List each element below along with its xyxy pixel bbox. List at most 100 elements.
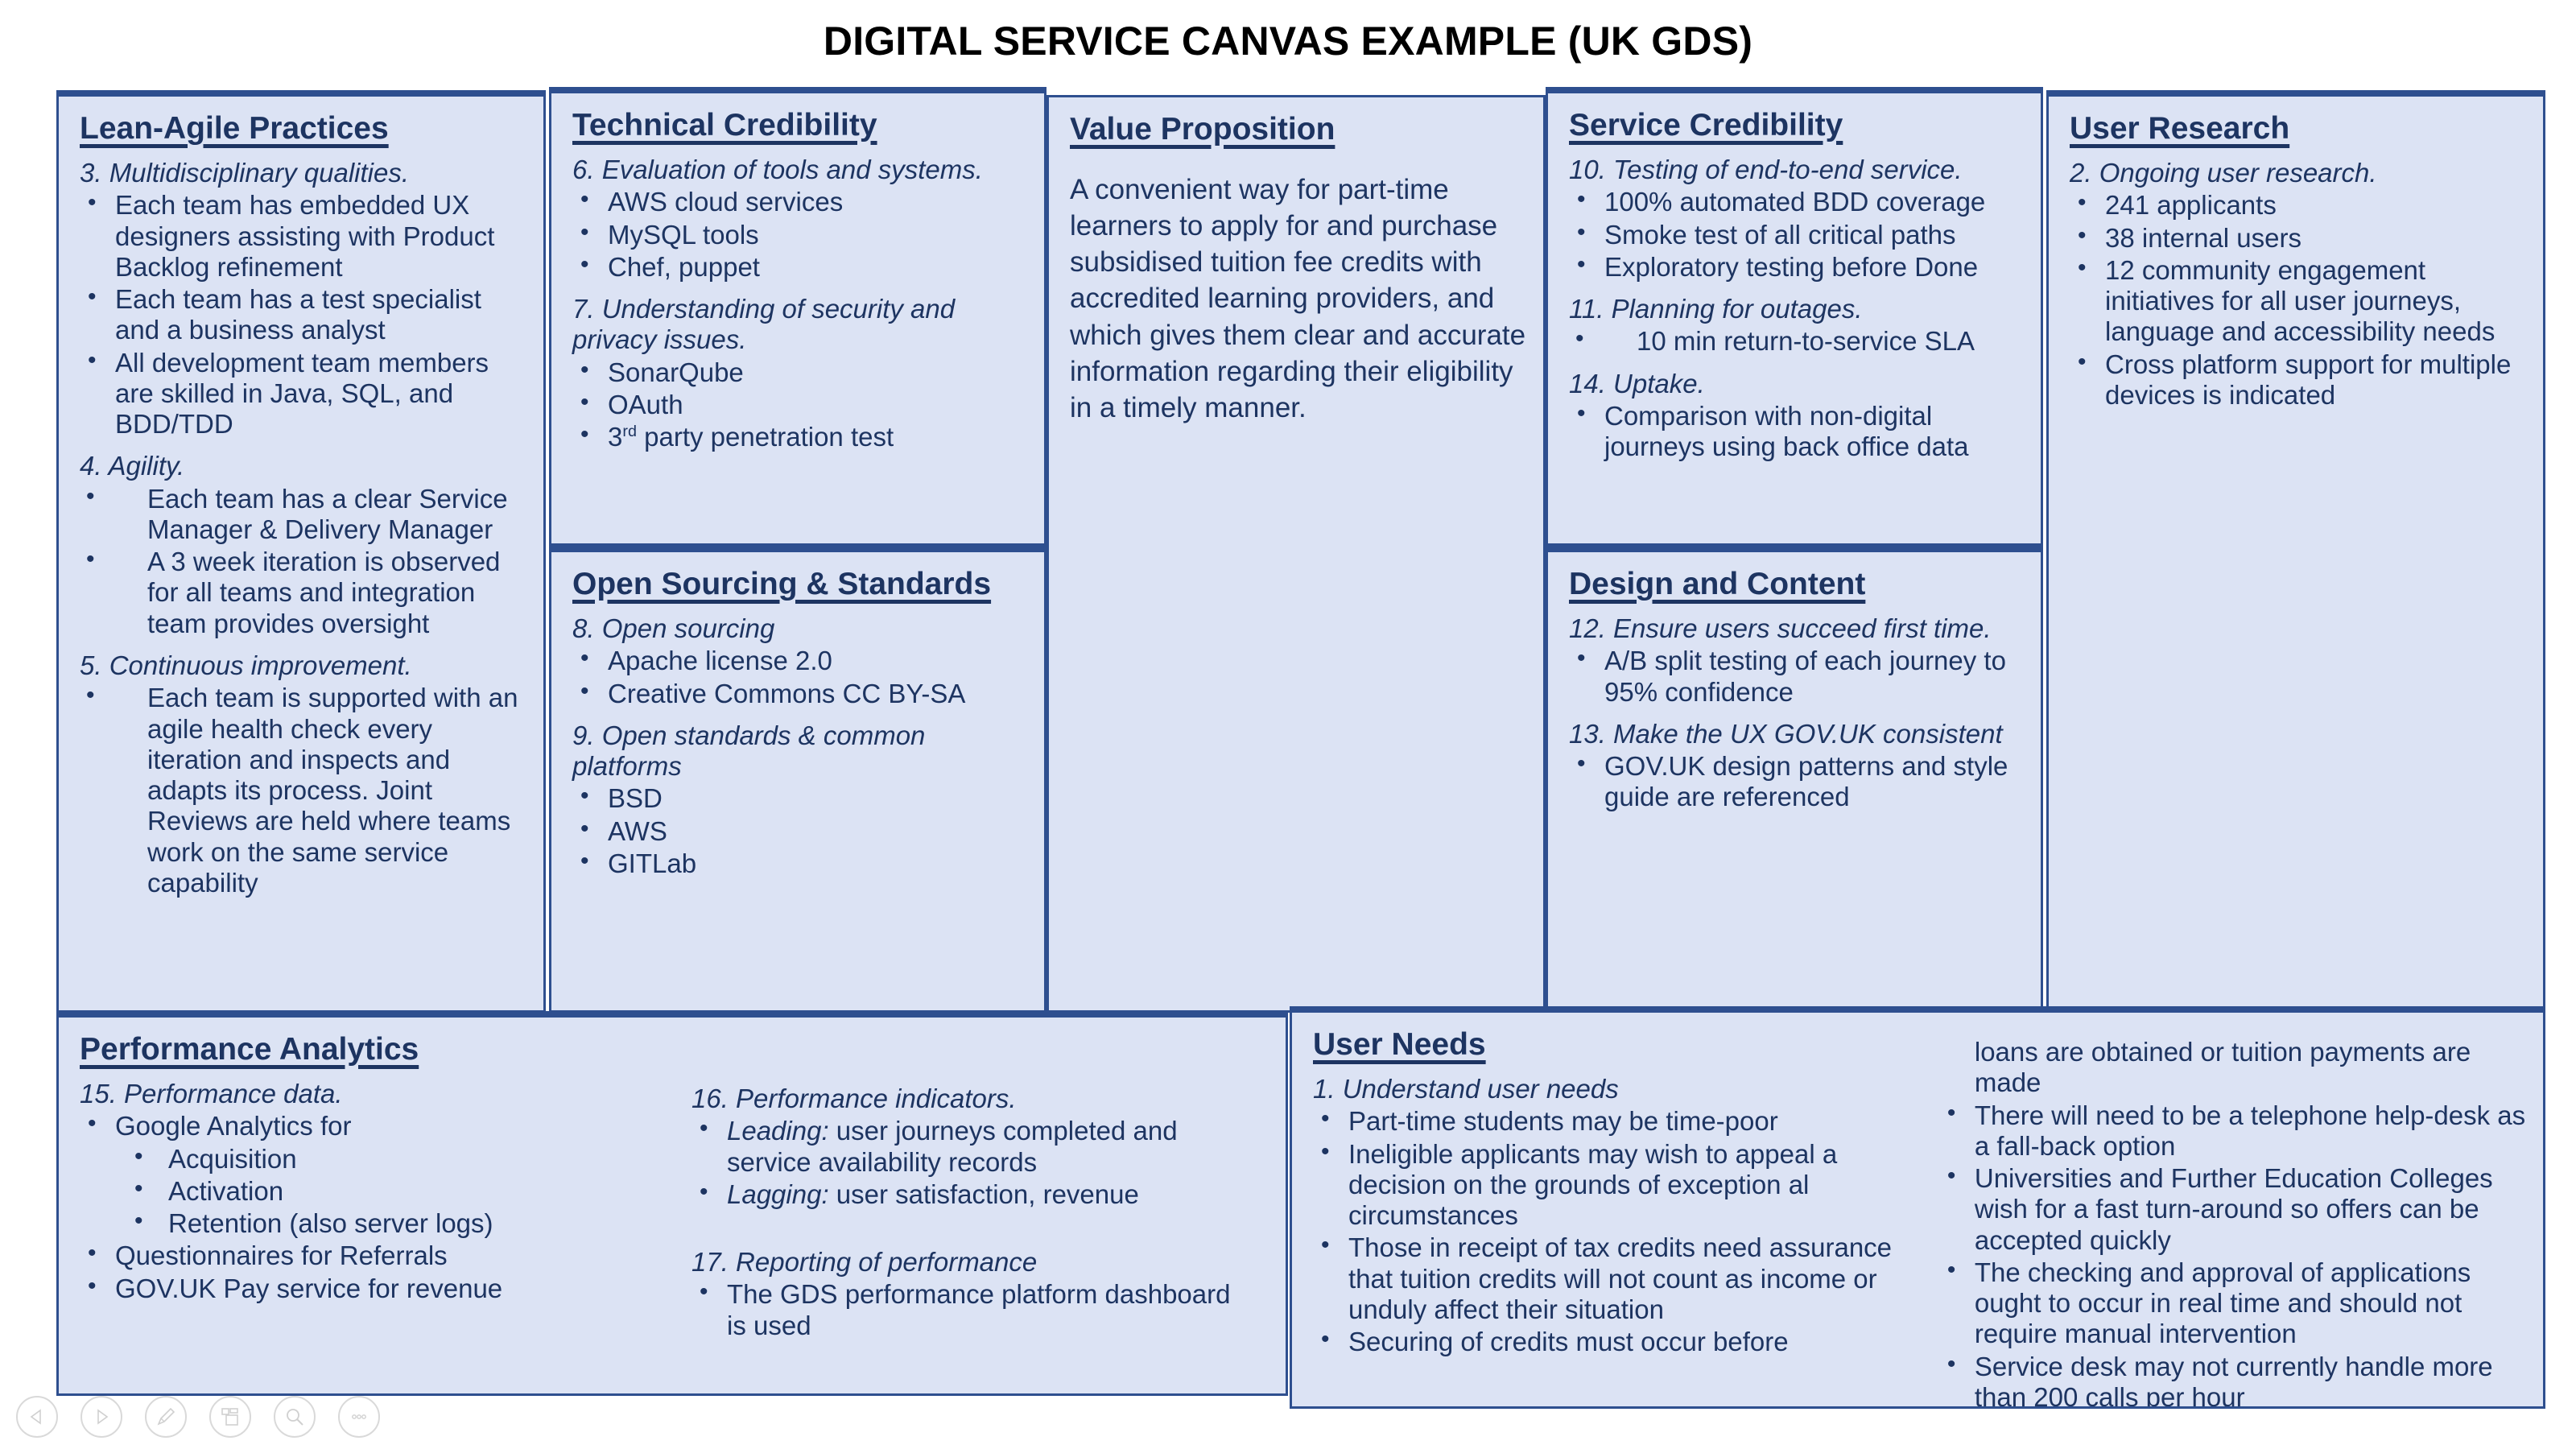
next-slide-button[interactable] <box>80 1396 122 1438</box>
performance-analytics-column-left: Performance Analytics 15. Performance da… <box>80 1032 659 1341</box>
group-heading: 14. Uptake. <box>1569 368 1705 398</box>
panel-service-credibility: Service Credibility 10. Testing of end-t… <box>1546 87 2043 546</box>
group-performance-data: 15. Performance data. Google Analytics f… <box>80 1079 659 1304</box>
performance-analytics-column-right: 16. Performance indicators. Leading: use… <box>691 1032 1255 1341</box>
panel-title-user-research: User Research <box>2070 111 2290 146</box>
list-item: 241 applicants <box>2070 189 2527 221</box>
pen-tools-button[interactable] <box>145 1396 187 1438</box>
more-options-button[interactable] <box>338 1396 380 1438</box>
bullet-list: There will need to be a telephone help-d… <box>1939 1100 2527 1406</box>
sub-bullet-list: Acquisition Activation Retention (also s… <box>125 1143 659 1240</box>
group-heading: 16. Performance indicators. <box>691 1084 1017 1113</box>
bullet-list: Questionnaires for Referrals GOV.UK Pay … <box>80 1240 659 1304</box>
bullet-list: BSD AWS GITLab <box>572 782 1028 879</box>
group-performance-indicators: 16. Performance indicators. Leading: use… <box>691 1084 1255 1210</box>
penetration-test-label: 3rd party penetration test <box>608 422 894 452</box>
lagging-indicator-label: Lagging: <box>727 1179 829 1209</box>
user-needs-continuation-text: loans are obtained or tuition payments a… <box>1974 1037 2471 1098</box>
list-item: Part-time students may be time-poor <box>1313 1105 1917 1137</box>
list-item: Ineligible applicants may wish to appeal… <box>1313 1138 1917 1232</box>
group-heading: 2. Ongoing user research. <box>2070 158 2377 188</box>
bullet-list: Leading: user journeys completed and ser… <box>691 1115 1255 1210</box>
group-planning-outages: 11. Planning for outages. 10 min return-… <box>1569 294 2025 357</box>
chevron-right-icon <box>92 1407 111 1426</box>
panel-performance-analytics: Performance Analytics 15. Performance da… <box>56 1011 1288 1396</box>
all-slides-button[interactable] <box>209 1396 251 1438</box>
zoom-slide-button[interactable] <box>274 1396 316 1438</box>
list-item: All development team members are skilled… <box>80 347 527 440</box>
group-multidisciplinary-qualities: 3. Multidisciplinary qualities. Each tea… <box>80 158 527 440</box>
group-heading: 1. Understand user needs <box>1313 1074 1619 1104</box>
bullet-list: The GDS performance platform dashboard i… <box>691 1278 1255 1341</box>
list-item: Service desk may not currently handle mo… <box>1939 1351 2527 1406</box>
ellipsis-icon <box>349 1406 369 1427</box>
list-item: GITLab <box>572 848 1028 879</box>
list-item: Questionnaires for Referrals <box>80 1240 659 1271</box>
bullet-list: 10 min return-to-service SLA <box>1569 325 2025 357</box>
list-item: Retention (also server logs) <box>125 1208 659 1239</box>
panel-title-technical-credibility: Technical Credibility <box>572 108 877 142</box>
bullet-list: Each team has a clear Service Manager & … <box>80 483 527 639</box>
group-testing-end-to-end: 10. Testing of end-to-end service. 100% … <box>1569 155 2025 283</box>
group-understand-user-needs: 1. Understand user needs Part-time stude… <box>1313 1074 1917 1357</box>
group-heading: 5. Continuous improvement. <box>80 650 412 680</box>
panel-open-sourcing-standards: Open Sourcing & Standards 8. Open sourci… <box>549 546 1046 1013</box>
bullet-list: Part-time students may be time-poor Inel… <box>1313 1105 1917 1357</box>
list-item: Each team has a clear Service Manager & … <box>80 483 527 546</box>
previous-slide-button[interactable] <box>16 1396 58 1438</box>
group-security-privacy: 7. Understanding of security and privacy… <box>572 294 1028 452</box>
panel-value-proposition: Value Proposition A convenient way for p… <box>1046 95 1546 1013</box>
user-needs-column-left: User Needs 1. Understand user needs Part… <box>1313 1027 1917 1406</box>
list-item: GOV.UK Pay service for revenue <box>80 1273 659 1304</box>
list-item: Exploratory testing before Done <box>1569 251 2025 283</box>
list-item: The checking and approval of application… <box>1939 1257 2527 1350</box>
group-heading: 11. Planning for outages. <box>1569 294 1863 324</box>
group-heading: 3. Multidisciplinary qualities. <box>80 158 410 188</box>
bullet-list: GOV.UK design patterns and style guide a… <box>1569 750 2025 813</box>
list-item: MySQL tools <box>572 219 1028 250</box>
group-heading: 10. Testing of end-to-end service. <box>1569 155 1963 184</box>
list-item: Activation <box>125 1175 659 1207</box>
leading-indicator-label: Leading: <box>727 1116 829 1146</box>
group-agility: 4. Agility. Each team has a clear Servic… <box>80 451 527 639</box>
panel-user-needs: User Needs 1. Understand user needs Part… <box>1290 1006 2545 1409</box>
list-item: 38 internal users <box>2070 222 2527 254</box>
group-ensure-users-succeed: 12. Ensure users succeed first time. A/B… <box>1569 613 2025 708</box>
group-heading: 4. Agility. <box>80 451 185 481</box>
bullet-list: 241 applicants 38 internal users 12 comm… <box>2070 189 2527 411</box>
bullet-list: 100% automated BDD coverage Smoke test o… <box>1569 186 2025 283</box>
group-heading: 15. Performance data. <box>80 1079 343 1108</box>
panel-design-and-content: Design and Content 12. Ensure users succ… <box>1546 546 2043 1013</box>
bullet-list: AWS cloud services MySQL tools Chef, pup… <box>572 186 1028 283</box>
list-item: A/B split testing of each journey to 95%… <box>1569 645 2025 708</box>
list-item: OAuth <box>572 389 1028 420</box>
list-item: Comparison with non-digital journeys usi… <box>1569 400 2025 463</box>
list-item: Leading: user journeys completed and ser… <box>691 1115 1255 1178</box>
panel-title-design-content: Design and Content <box>1569 567 1866 601</box>
user-needs-column-right: loans are obtained or tuition payments a… <box>1939 1027 2527 1406</box>
bullet-list: Each team has embedded UX designers assi… <box>80 189 527 440</box>
list-item: Creative Commons CC BY-SA <box>572 678 1028 709</box>
list-item: Acquisition <box>125 1143 659 1174</box>
group-heading: 13. Make the UX GOV.UK consistent <box>1569 718 2003 749</box>
group-open-sourcing: 8. Open sourcing Apache license 2.0 Crea… <box>572 613 1028 709</box>
list-item: The GDS performance platform dashboard i… <box>691 1278 1255 1341</box>
group-ongoing-user-research: 2. Ongoing user research. 241 applicants… <box>2070 158 2527 411</box>
list-item: Cross platform support for multiple devi… <box>2070 349 2527 411</box>
group-open-standards: 9. Open standards & common platforms BSD… <box>572 720 1028 879</box>
group-heading: 17. Reporting of performance <box>691 1247 1038 1278</box>
list-item: 12 community engagement initiatives for … <box>2070 254 2527 348</box>
list-item: 3rd party penetration test <box>572 421 1028 452</box>
group-uptake: 14. Uptake. Comparison with non-digital … <box>1569 369 2025 463</box>
panel-technical-credibility: Technical Credibility 6. Evaluation of t… <box>549 87 1046 546</box>
group-heading: 12. Ensure users succeed first time. <box>1569 613 1992 643</box>
slideshow-toolbar <box>16 1396 380 1438</box>
list-item: A 3 week iteration is observed for all t… <box>80 546 527 639</box>
list-item: Smoke test of all critical paths <box>1569 219 2025 250</box>
list-item: Google Analytics for <box>80 1110 659 1141</box>
chevron-left-icon <box>27 1407 47 1426</box>
panel-title-performance-analytics: Performance Analytics <box>80 1032 419 1067</box>
list-item: AWS <box>572 815 1028 847</box>
list-item: Lagging: user satisfaction, revenue <box>691 1179 1255 1210</box>
page-title: DIGITAL SERVICE CANVAS EXAMPLE (UK GDS) <box>823 19 1753 64</box>
